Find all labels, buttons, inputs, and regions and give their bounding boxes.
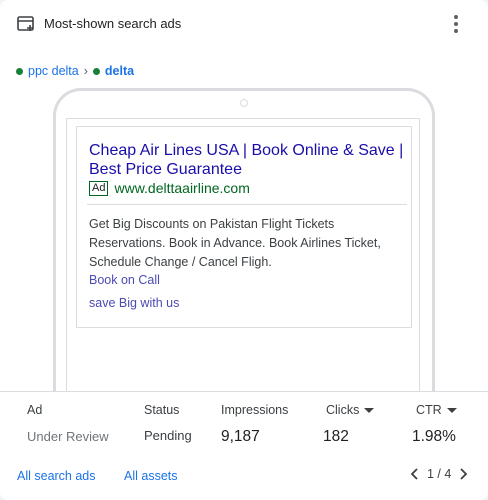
- column-clicks-label: Clicks: [326, 403, 360, 417]
- sitelink-save-big[interactable]: save Big with us: [89, 296, 179, 310]
- sitelink-book-on-call[interactable]: Book on Call: [89, 273, 160, 287]
- ad-url-row: Ad www.delttaairline.com: [89, 180, 250, 196]
- card-header: Most-shown search ads: [0, 0, 488, 48]
- breadcrumb-campaign[interactable]: ppc delta: [28, 64, 79, 78]
- breadcrumb-separator: ›: [83, 64, 88, 78]
- column-impressions: Impressions: [221, 403, 289, 417]
- row-status: Pending: [144, 428, 192, 443]
- ad-preview: Cheap Air Lines USA | Book Online & Save…: [76, 126, 412, 328]
- breadcrumb-ad-group[interactable]: delta: [105, 64, 134, 78]
- ad-preview-icon: [17, 16, 34, 31]
- row-ctr: 1.98%: [412, 428, 456, 445]
- phone-camera: [240, 99, 248, 107]
- ad-divider: [87, 204, 407, 205]
- column-ad: Ad: [27, 403, 43, 417]
- ad-description: Get Big Discounts on Pakistan Flight Tic…: [89, 217, 381, 269]
- row-clicks: 182: [323, 428, 349, 445]
- chevron-left-icon[interactable]: [409, 467, 421, 481]
- ad-headline[interactable]: Cheap Air Lines USA | Book Online & Save…: [89, 141, 405, 179]
- row-ad: Under Review: [27, 429, 109, 444]
- page-indicator: 1 / 4: [427, 467, 452, 481]
- card-title: Most-shown search ads: [44, 16, 182, 31]
- most-shown-search-ads-card: Most-shown search ads ppc delta › delta …: [0, 0, 488, 500]
- ad-group-status-dot: [92, 67, 100, 75]
- pager: 1 / 4: [409, 467, 469, 481]
- row-impressions: 9,187: [221, 428, 260, 445]
- campaign-status-dot: [16, 67, 23, 75]
- ad-badge: Ad: [89, 180, 109, 196]
- column-clicks[interactable]: Clicks: [326, 403, 375, 417]
- column-status: Status: [144, 403, 180, 417]
- chevron-right-icon[interactable]: [457, 467, 469, 481]
- sort-arrow-icon: [364, 408, 375, 414]
- all-search-ads-link[interactable]: All search ads: [17, 469, 96, 483]
- column-ctr[interactable]: CTR: [416, 403, 457, 417]
- ad-stats-table: Ad Status Impressions Clicks CTR Under R…: [0, 391, 488, 500]
- column-ctr-label: CTR: [416, 403, 442, 417]
- all-assets-link[interactable]: All assets: [124, 469, 178, 483]
- ad-display-url[interactable]: www.delttaairline.com: [114, 180, 249, 196]
- sort-arrow-icon: [446, 408, 457, 414]
- breadcrumb: ppc delta › delta: [16, 64, 134, 78]
- more-vert-icon[interactable]: [446, 12, 466, 36]
